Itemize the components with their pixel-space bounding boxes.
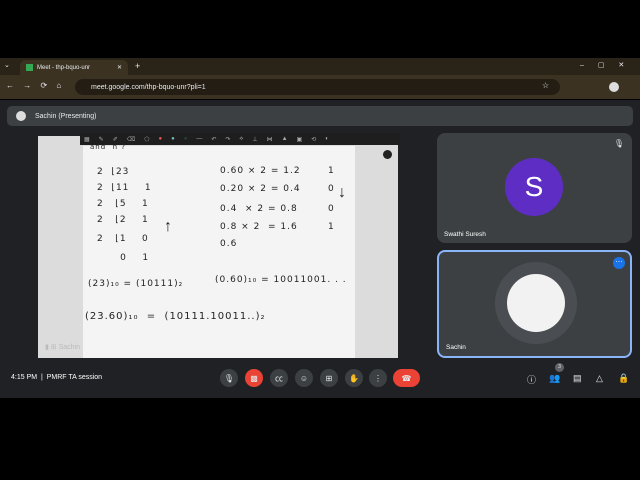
- whiteboard-toolbar[interactable]: ▦ ✎ ✐ ⌫ ⬠ ● ● ● — ↶ ↷ ⟡ ⊥ ⋈ ▲ ▣ ⟲ ◐: [80, 133, 400, 145]
- address-bar[interactable]: meet.google.com/thp-bquo-unr?pli=1: [75, 79, 560, 95]
- new-tab-button[interactable]: +: [135, 61, 140, 71]
- meeting-title: PMRF TA session: [46, 374, 103, 381]
- footer-name: Sachin: [58, 344, 81, 351]
- hw-frac: 0.6: [220, 239, 238, 249]
- more-options-icon[interactable]: ⋯: [613, 257, 625, 269]
- hw-div: 2 ⌊1 0: [97, 234, 149, 244]
- mic-button[interactable]: 🎙: [220, 369, 238, 387]
- presentation-footer: ▮ ⊞ Sachin: [45, 344, 81, 351]
- participant-tile[interactable]: ⋯ Sachin: [437, 250, 632, 358]
- hw-question: and n ?: [90, 143, 126, 151]
- hw-bit: 1: [328, 222, 335, 232]
- down-arrow: ↓: [338, 184, 346, 201]
- participant-avatar: [507, 274, 565, 332]
- info-icon[interactable]: ⓘ: [527, 373, 536, 386]
- present-button[interactable]: ⊞: [320, 369, 338, 387]
- tab-close-icon[interactable]: ✕: [117, 64, 122, 71]
- captions-button[interactable]: ㏄: [270, 369, 288, 387]
- mic-off-icon: 🎙: [613, 139, 624, 148]
- tab-search-button[interactable]: ⌄: [4, 61, 10, 69]
- hw-div: 2 ⌊11 1: [97, 183, 152, 193]
- tab-title: Meet - thp-bquo-unr: [37, 64, 91, 71]
- camera-off-button[interactable]: ▩: [245, 369, 263, 387]
- hw-frac: 0.4 × 2 = 0.8: [220, 204, 298, 214]
- up-arrow: ↑: [164, 218, 172, 235]
- clock: 4:15 PM: [11, 374, 38, 381]
- url-text: meet.google.com/thp-bquo-unr?pli=1: [91, 83, 206, 91]
- activities-icon[interactable]: △: [596, 373, 603, 384]
- emoji-button[interactable]: ☺: [295, 369, 313, 387]
- hw-frac: 0.8 × 2 = 1.6: [220, 222, 298, 232]
- people-count-badge: 3: [555, 363, 564, 372]
- hw-bit: 0: [328, 184, 335, 194]
- chat-icon[interactable]: ▤: [573, 373, 582, 384]
- meet-favicon: [26, 64, 33, 71]
- hw-bit: 0: [328, 204, 335, 214]
- leave-call-button[interactable]: ☎: [393, 369, 420, 387]
- star-icon[interactable]: ☆: [542, 81, 549, 90]
- hw-div: 2 ⌊5 1: [97, 199, 149, 209]
- hw-bit: 1: [328, 166, 335, 176]
- whiteboard-page: [83, 146, 355, 358]
- hw-frac: 0.20 × 2 = 0.4: [220, 184, 301, 194]
- hw-frac: 0.60 × 2 = 1.2: [220, 166, 301, 176]
- hw-div: 0 1: [97, 253, 150, 263]
- participant-name: Sachin: [446, 344, 466, 351]
- hw-result: (23)₁₀ = (10111)₂: [88, 279, 184, 289]
- more-button[interactable]: ⋮: [369, 369, 387, 387]
- hw-result: (0.60)₁₀ = 10011001. . .: [215, 275, 347, 285]
- people-icon[interactable]: 👥: [549, 373, 560, 384]
- presenter-avatar: [16, 111, 26, 121]
- participant-name: Swathi Suresh: [444, 231, 486, 238]
- presenter-label: Sachin (Presenting): [35, 112, 97, 120]
- host-controls-icon[interactable]: 🔒: [618, 373, 629, 384]
- hw-div: 2 ⌊2 1: [97, 215, 149, 225]
- raise-hand-button[interactable]: ✋: [345, 369, 363, 387]
- presenting-banner: Sachin (Presenting): [7, 106, 633, 126]
- window-controls[interactable]: – ▢ ✕: [580, 61, 624, 69]
- hw-result: (23.60)₁₀ = (10111.10011..)₂: [85, 311, 266, 322]
- participant-avatar: S: [505, 158, 563, 216]
- meeting-info: 4:15 PM | PMRF TA session: [11, 374, 103, 381]
- hw-div: 2 ⌊23: [97, 167, 130, 177]
- nav-buttons[interactable]: ← → ⟳ ⌂: [6, 81, 61, 90]
- pen-icon[interactable]: [383, 150, 392, 159]
- browser-tab[interactable]: Meet - thp-bquo-unr ✕: [20, 60, 128, 75]
- profile-avatar[interactable]: [609, 82, 619, 92]
- participant-tile[interactable]: S 🎙 Swathi Suresh: [437, 133, 632, 243]
